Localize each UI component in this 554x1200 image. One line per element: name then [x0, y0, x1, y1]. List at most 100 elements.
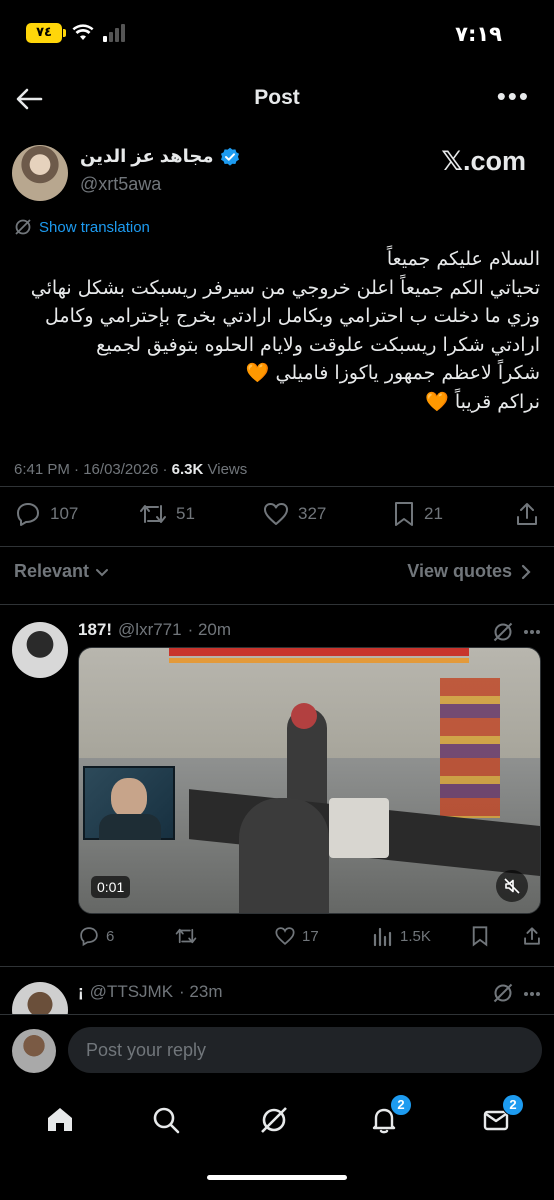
tab-messages[interactable]: 2: [476, 1094, 524, 1140]
home-icon: [48, 1108, 72, 1131]
reply-time: · 23m: [179, 982, 223, 1001]
like-button[interactable]: 327: [262, 500, 326, 528]
reply-author-handle: @lxr771: [118, 620, 182, 639]
grok-icon: [15, 219, 31, 235]
messages-badge: 2: [502, 1094, 524, 1116]
reply-header: ¡ @TTSJMK · 23m: [78, 982, 223, 1002]
notifications-badge: 2: [390, 1094, 412, 1116]
view-quotes-label: View quotes: [407, 561, 512, 581]
views-button[interactable]: 1.5K: [372, 925, 431, 947]
search-icon: [153, 1107, 180, 1134]
webcam-overlay: [83, 766, 175, 840]
avatar[interactable]: [12, 982, 68, 1014]
author-handle: @xrt5awa: [80, 174, 162, 194]
avatar[interactable]: [12, 622, 68, 678]
author-name-row[interactable]: مجاهد عز الدين: [80, 146, 240, 167]
reply-icon: [80, 927, 98, 947]
mute-button[interactable]: [496, 870, 528, 902]
share-button[interactable]: [522, 925, 542, 947]
reply-author-name[interactable]: 187!: [78, 620, 112, 640]
repost-count: 51: [176, 504, 195, 523]
video-timestamp: 0:01: [91, 876, 131, 898]
chevron-down-icon: [96, 568, 109, 576]
post-line: شكراً لاعظم جمهور ياكوزا فاميلي 🧡: [245, 362, 540, 384]
more-options-button[interactable]: •••: [497, 83, 530, 109]
author-avatar[interactable]: [12, 145, 68, 201]
reply-count: 6: [106, 927, 115, 945]
more-options-icon[interactable]: [522, 984, 542, 1004]
clock: ٧:١٩: [455, 22, 502, 46]
post-author: مجاهد عز الدين @xrt5awa 𝕏.com: [12, 142, 542, 206]
reply-post[interactable]: ¡ @TTSJMK · 23m: [0, 978, 554, 1014]
views-count: 6.3K: [171, 461, 204, 478]
repost-button[interactable]: [174, 925, 198, 947]
reply-post[interactable]: 187! @lxr771 · 20m 0:01 6 17 1.5K: [0, 618, 554, 958]
video-player[interactable]: 0:01: [78, 647, 541, 914]
bookmark-icon: [472, 926, 488, 947]
reply-actions: 6 17 1.5K: [78, 925, 542, 951]
like-count: 17: [302, 927, 319, 945]
post-line: السلام عليكم جميعاً: [386, 248, 540, 270]
divider: [0, 486, 554, 487]
grok-icon[interactable]: [492, 982, 514, 1004]
post-meta: 6:41 PM · 16/03/2026 · 6.3K Views: [14, 461, 247, 478]
bookmark-button[interactable]: [470, 925, 490, 947]
post-line: ارادتي شكرا ريسبكت علوقت ولايام الحلوه ب…: [96, 333, 540, 356]
reply-button[interactable]: 107: [14, 500, 78, 528]
wifi-icon: [72, 24, 94, 40]
tab-home[interactable]: [40, 1100, 80, 1140]
grok-icon[interactable]: [492, 621, 514, 643]
reply-time: · 20m: [187, 620, 232, 639]
post-actions: 107 51 327 21: [14, 500, 540, 534]
tab-notifications[interactable]: 2: [364, 1094, 412, 1140]
like-count: 327: [298, 504, 327, 523]
divider: [0, 966, 554, 967]
sort-label: Relevant: [14, 561, 90, 581]
reply-header: 187! @lxr771 · 20m: [78, 620, 231, 640]
heart-icon: [264, 503, 288, 525]
grok-icon: [261, 1107, 287, 1133]
bookmark-icon: [395, 502, 413, 526]
reply-input[interactable]: [68, 1027, 542, 1073]
show-translation-link[interactable]: Show translation: [14, 218, 150, 236]
share-icon: [517, 503, 537, 525]
verified-badge-icon: [220, 147, 239, 166]
like-button[interactable]: 17: [274, 925, 319, 947]
post-date: 16/03/2026: [83, 461, 159, 478]
views-count: 1.5K: [400, 927, 431, 945]
reply-author-name[interactable]: ¡: [78, 982, 84, 1002]
post-time: 6:41 PM: [14, 461, 70, 478]
bookmark-count: 21: [424, 504, 443, 523]
battery-indicator: ٧٤: [26, 23, 66, 43]
top-app-bar: Post •••: [0, 72, 554, 126]
chevron-right-icon: [521, 564, 531, 579]
sort-relevant-dropdown[interactable]: Relevant: [14, 561, 109, 582]
signal-icon: [103, 24, 125, 42]
post-line: تحياتي الكم جميعاً اعلن خروجي من سيرفر ر…: [30, 276, 540, 299]
meta-separator: ·: [74, 461, 80, 478]
x-brand-logo: 𝕏.com: [441, 146, 526, 176]
author-name: مجاهد عز الدين: [80, 146, 214, 166]
post-text: السلام عليكم جميعاً تحياتي الكم جميعاً ا…: [14, 245, 540, 416]
reply-count: 107: [50, 504, 79, 523]
home-indicator: [207, 1175, 347, 1180]
tab-grok[interactable]: [254, 1100, 294, 1140]
post-line: نراكم قريباً 🧡: [425, 390, 540, 413]
divider: [0, 546, 554, 547]
tab-search[interactable]: [146, 1100, 186, 1140]
share-button[interactable]: [514, 500, 540, 528]
share-icon: [524, 927, 540, 945]
my-avatar: [12, 1029, 56, 1073]
reply-button[interactable]: 6: [78, 925, 114, 947]
view-quotes-link[interactable]: View quotes: [407, 561, 532, 582]
repost-icon: [175, 928, 197, 944]
bookmark-button[interactable]: 21: [392, 500, 443, 528]
reply-composer: [0, 1014, 554, 1086]
meta-separator: ·: [162, 461, 168, 478]
views-label: Views: [207, 461, 248, 478]
repost-icon: [140, 505, 166, 523]
more-options-icon[interactable]: [522, 622, 542, 642]
repost-button[interactable]: 51: [138, 500, 195, 528]
bottom-navigation: 2 2: [0, 1086, 554, 1180]
page-title: Post: [254, 86, 300, 109]
